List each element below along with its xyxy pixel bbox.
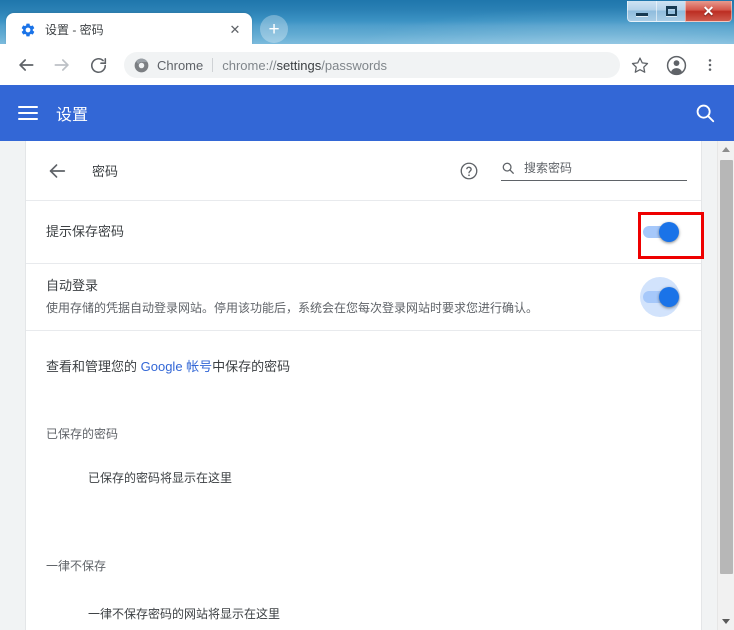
- browser-toolbar: Chrome chrome://settings/passwords: [0, 45, 734, 85]
- tab-strip: 设置 - 密码 ✕ +: [6, 12, 288, 44]
- forward-icon: [48, 51, 76, 79]
- hamburger-menu-icon[interactable]: [18, 106, 38, 120]
- omnibox-url-host: settings: [276, 57, 322, 73]
- passwords-settings-card: 密码 搜索密码 提示保存密码 自动登录 使用存储的凭据自动登录网站。停用该功能后…: [25, 141, 702, 630]
- passwords-subheader: 密码: [26, 141, 701, 200]
- tab-settings-passwords[interactable]: 设置 - 密码 ✕: [6, 13, 252, 44]
- omnibox-scheme-label: Chrome: [157, 57, 204, 73]
- scroll-down-arrow[interactable]: [718, 613, 734, 630]
- saved-passwords-section-label: 已保存的密码: [46, 427, 119, 441]
- plus-icon: +: [268, 18, 280, 40]
- offer-to-save-passwords-toggle[interactable]: [637, 212, 683, 252]
- search-icon[interactable]: [694, 102, 716, 124]
- tab-title: 设置 - 密码: [45, 23, 104, 37]
- subpage-title: 密码: [92, 164, 119, 179]
- back-arrow-icon[interactable]: [46, 160, 68, 182]
- search-input[interactable]: [524, 160, 687, 175]
- page-title: 设置: [56, 107, 89, 124]
- google-account-link[interactable]: Google 帐号: [141, 359, 213, 374]
- toggle-track: [643, 287, 679, 307]
- help-circle-icon[interactable]: [459, 161, 479, 181]
- window-titlebar: ✕ 设置 - 密码 ✕ +: [0, 0, 734, 44]
- row-title: 提示保存密码: [46, 224, 125, 239]
- auto-signin-toggle[interactable]: [637, 277, 683, 317]
- account-avatar-icon[interactable]: [662, 51, 690, 79]
- window-controls: ✕: [627, 1, 732, 23]
- omnibox-url-prefix: chrome://: [222, 57, 277, 73]
- close-icon: ✕: [702, 3, 715, 19]
- hamburger-bar: [18, 118, 38, 120]
- scroll-down-arrow-icon: [722, 619, 730, 624]
- toggle-knob: [659, 222, 679, 242]
- chrome-logo-icon: [134, 58, 149, 73]
- manage-google-account-passwords-row: 查看和管理您的 Google 帐号中保存的密码: [26, 331, 701, 377]
- scrollbar-thumb[interactable]: [720, 160, 733, 574]
- address-bar[interactable]: Chrome chrome://settings/passwords: [124, 52, 620, 78]
- scroll-up-arrow-icon: [722, 147, 730, 152]
- new-tab-button[interactable]: +: [260, 15, 288, 43]
- browser-window: ✕ 设置 - 密码 ✕ + Chrome chrome://settings/p…: [0, 0, 734, 630]
- search-passwords-box[interactable]: [501, 160, 687, 181]
- manage-link-suffix: 中保存的密码: [212, 359, 291, 374]
- tab-close-icon[interactable]: ✕: [226, 21, 244, 39]
- hamburger-bar: [18, 106, 38, 108]
- omnibox-separator: [212, 58, 214, 72]
- row-text: 提示保存密码: [46, 222, 637, 242]
- omnibox-url-path: /passwords: [321, 57, 387, 73]
- search-icon: [501, 161, 515, 175]
- row-auto-signin[interactable]: 自动登录 使用存储的凭据自动登录网站。停用该功能后，系统会在您每次登录网站时要求…: [26, 264, 701, 330]
- row-offer-to-save-passwords[interactable]: 提示保存密码: [26, 201, 701, 263]
- manage-link-prefix: 查看和管理您的: [46, 359, 141, 374]
- toggle-track: [643, 222, 679, 242]
- saved-passwords-empty-text: 已保存的密码将显示在这里: [88, 471, 233, 485]
- three-dot-menu-icon[interactable]: [696, 51, 724, 79]
- omnibox-url: chrome://settings/passwords: [222, 58, 387, 73]
- row-text: 自动登录 使用存储的凭据自动登录网站。停用该功能后，系统会在您每次登录网站时要求…: [46, 276, 637, 318]
- maximize-button[interactable]: [656, 1, 686, 22]
- reload-icon[interactable]: [84, 51, 112, 79]
- row-subtitle: 使用存储的凭据自动登录网站。停用该功能后，系统会在您每次登录网站时要求您进行确认…: [46, 301, 539, 315]
- settings-gear-icon: [20, 22, 36, 38]
- settings-body: 密码 搜索密码 提示保存密码 自动登录 使用存储的凭据自动登录网站。停用该功能后…: [0, 141, 734, 630]
- star-icon[interactable]: [626, 51, 654, 79]
- scroll-up-arrow[interactable]: [718, 141, 734, 158]
- back-icon[interactable]: [12, 51, 40, 79]
- minimize-icon: [636, 12, 648, 16]
- never-saved-section-label: 一律不保存: [46, 559, 107, 573]
- minimize-button[interactable]: [627, 1, 657, 22]
- never-saved-empty-text: 一律不保存密码的网站将显示在这里: [88, 607, 281, 621]
- close-window-button[interactable]: ✕: [685, 1, 732, 22]
- hamburger-bar: [18, 112, 38, 114]
- row-title: 自动登录: [46, 278, 99, 293]
- maximize-icon: [665, 6, 677, 16]
- toggle-knob: [659, 287, 679, 307]
- page-scrollbar[interactable]: [717, 141, 734, 630]
- settings-app-header: 设置: [0, 85, 734, 141]
